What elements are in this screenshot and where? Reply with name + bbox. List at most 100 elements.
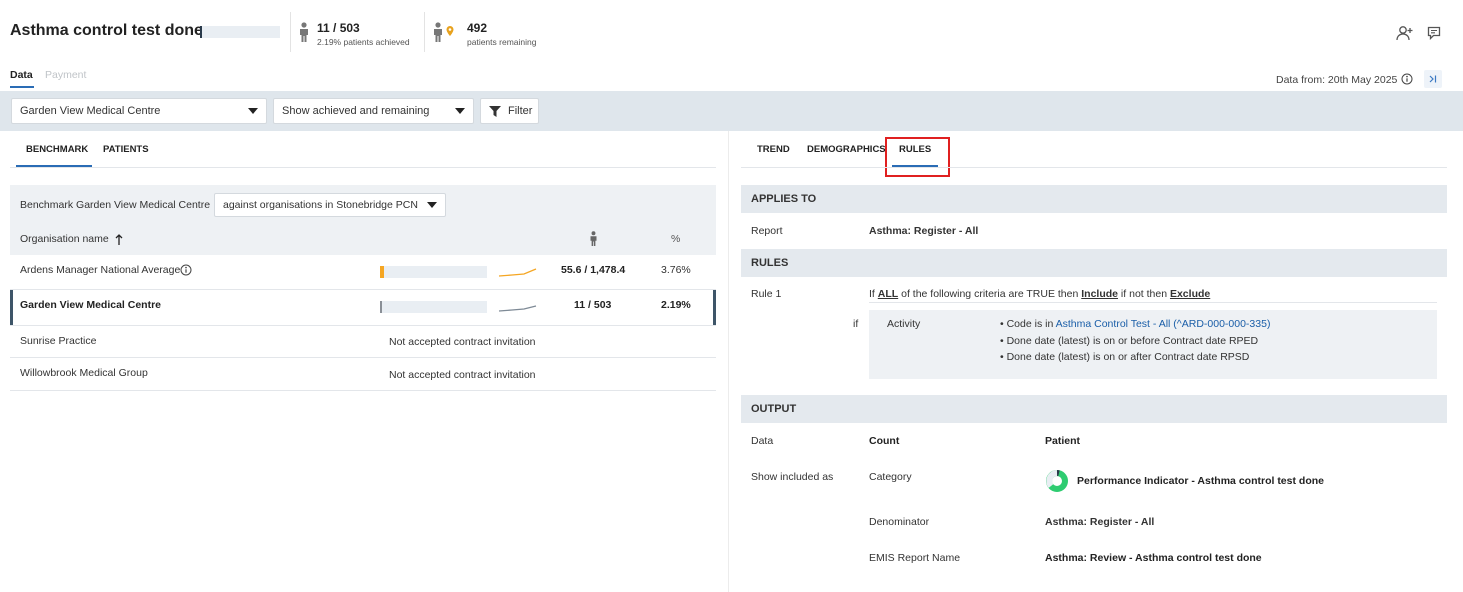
filter-icon (489, 106, 501, 117)
bullet-icon: • (1000, 351, 1007, 363)
if-label: if (853, 318, 859, 330)
row-value: 55.6 / 1,478.4 (561, 264, 626, 276)
chevron-down-icon (455, 108, 465, 114)
rule-sentence-part: If (869, 288, 878, 300)
rule-sentence-part: of the following criteria are TRUE then (898, 288, 1082, 300)
trend-sparkline (498, 264, 538, 278)
donut-chart-icon (1045, 469, 1069, 493)
row-progress-fill (380, 301, 382, 313)
report-label: Report (751, 225, 783, 237)
person-location-icon (432, 22, 456, 42)
row-percent: 3.76% (661, 264, 691, 276)
row-name[interactable]: Sunrise Practice (20, 335, 96, 347)
show-select-value: Show achieved and remaining (282, 105, 430, 117)
criteria-code: • Code is in Asthma Control Test - All (… (1000, 318, 1270, 330)
row-progress-bar (380, 266, 487, 278)
rules-tab-highlight-box (885, 137, 950, 177)
tab-trend[interactable]: TREND (757, 144, 790, 155)
add-user-icon[interactable] (1396, 25, 1414, 41)
row-name[interactable]: Ardens Manager National Average (20, 264, 180, 276)
row-percent: 2.19% (661, 299, 691, 311)
filter-button[interactable]: Filter (480, 98, 539, 124)
tab-patients[interactable]: PATIENTS (103, 144, 149, 155)
remaining-label: patients remaining (467, 37, 537, 47)
achievement-progress-fill (200, 26, 202, 38)
tab-benchmark[interactable]: BENCHMARK (26, 144, 88, 155)
denominator-label: Denominator (869, 516, 930, 528)
emis-report-label: EMIS Report Name (869, 552, 961, 564)
output-data-type: Count (869, 435, 900, 447)
benchmark-scope-select[interactable]: against organisations in Stonebridge PCN (214, 193, 446, 217)
rule-sentence-part: if not then (1118, 288, 1170, 300)
practice-select[interactable]: Garden View Medical Centre (11, 98, 267, 124)
show-select[interactable]: Show achieved and remaining (273, 98, 474, 124)
bullet-icon: • (1000, 335, 1007, 347)
output-data-value: Patient (1045, 435, 1081, 447)
rule-sentence: If ALL of the following criteria are TRU… (869, 288, 1210, 300)
person-icon (298, 22, 310, 42)
benchmark-label: Benchmark Garden View Medical Centre (20, 199, 211, 211)
tab-data[interactable]: Data (10, 69, 33, 81)
row-name[interactable]: Willowbrook Medical Group (20, 367, 148, 379)
chevron-down-icon (427, 202, 437, 208)
sort-arrow-up-icon (115, 233, 123, 245)
criteria-code-link[interactable]: Asthma Control Test - All (^ARD-000-000-… (1056, 318, 1271, 330)
rule-all: ALL (877, 288, 899, 300)
bullet-icon: • (1000, 318, 1007, 330)
achieved-label: 2.19% patients achieved (317, 37, 410, 47)
subtab-divider (741, 167, 1447, 168)
denominator-link[interactable]: Asthma: Register - All (1045, 516, 1154, 528)
output-show-label: Show included as (751, 471, 834, 483)
row-note: Not accepted contract invitation (389, 336, 536, 348)
rules-heading: RULES (741, 249, 1447, 277)
chevron-down-icon (248, 108, 258, 114)
tab-payment[interactable]: Payment (45, 69, 86, 81)
column-organisation-name[interactable]: Organisation name (20, 233, 123, 245)
row-value: 11 / 503 (574, 299, 612, 311)
header-divider (424, 12, 425, 52)
benchmark-scope-value: against organisations in Stonebridge PCN (223, 199, 418, 211)
patients-column-icon (589, 231, 598, 246)
output-show-value: Performance Indicator - Asthma control t… (1077, 475, 1324, 487)
achieved-count: 11 / 503 (317, 21, 360, 35)
criteria-line: • Done date (latest) is on or after Cont… (1000, 351, 1249, 363)
applies-to-heading: APPLIES TO (741, 185, 1447, 213)
criteria-code-prefix: Code is in (1006, 318, 1056, 330)
tab-demographics[interactable]: DEMOGRAPHICS (807, 144, 886, 155)
panel-divider (728, 131, 729, 592)
remaining-count: 492 (467, 21, 488, 35)
rule-divider (869, 302, 1437, 303)
row-name[interactable]: Garden View Medical Centre (20, 299, 161, 311)
rule-include: Include (1081, 288, 1119, 300)
filter-button-label: Filter (508, 105, 533, 117)
achievement-progress-bar (200, 26, 280, 38)
info-icon[interactable] (1401, 73, 1413, 85)
criteria-line-text: Done date (latest) is on or after Contra… (1006, 351, 1250, 363)
tab-data-underline (10, 86, 34, 88)
rule-exclude: Exclude (1169, 288, 1211, 300)
output-show-type: Category (869, 471, 912, 483)
row-divider (10, 390, 716, 391)
criteria-line: • Done date (latest) is on or before Con… (1000, 335, 1258, 347)
output-data-label: Data (751, 435, 774, 447)
row-divider (10, 357, 716, 358)
row-note: Not accepted contract invitation (389, 369, 536, 381)
emis-report-value: Asthma: Review - Asthma control test don… (1045, 552, 1262, 564)
report-link[interactable]: Asthma: Register - All (869, 225, 978, 237)
criteria-type: Activity (887, 318, 921, 330)
trend-sparkline (498, 299, 538, 313)
data-from-text: Data from: 20th May 2025 (1276, 74, 1398, 86)
row-divider (10, 325, 716, 326)
row-progress-fill (380, 266, 384, 278)
output-heading: OUTPUT (741, 395, 1447, 423)
criteria-line-text: Done date (latest) is on or before Contr… (1006, 335, 1259, 347)
column-percent: % (671, 233, 681, 245)
column-organisation-label: Organisation name (20, 233, 109, 245)
header-divider (290, 12, 291, 52)
rule-label: Rule 1 (751, 288, 782, 300)
info-icon[interactable] (180, 264, 192, 276)
row-progress-bar (380, 301, 487, 313)
comment-icon[interactable] (1427, 26, 1441, 40)
collapse-panel-icon[interactable] (1424, 70, 1442, 88)
practice-select-value: Garden View Medical Centre (20, 105, 161, 117)
